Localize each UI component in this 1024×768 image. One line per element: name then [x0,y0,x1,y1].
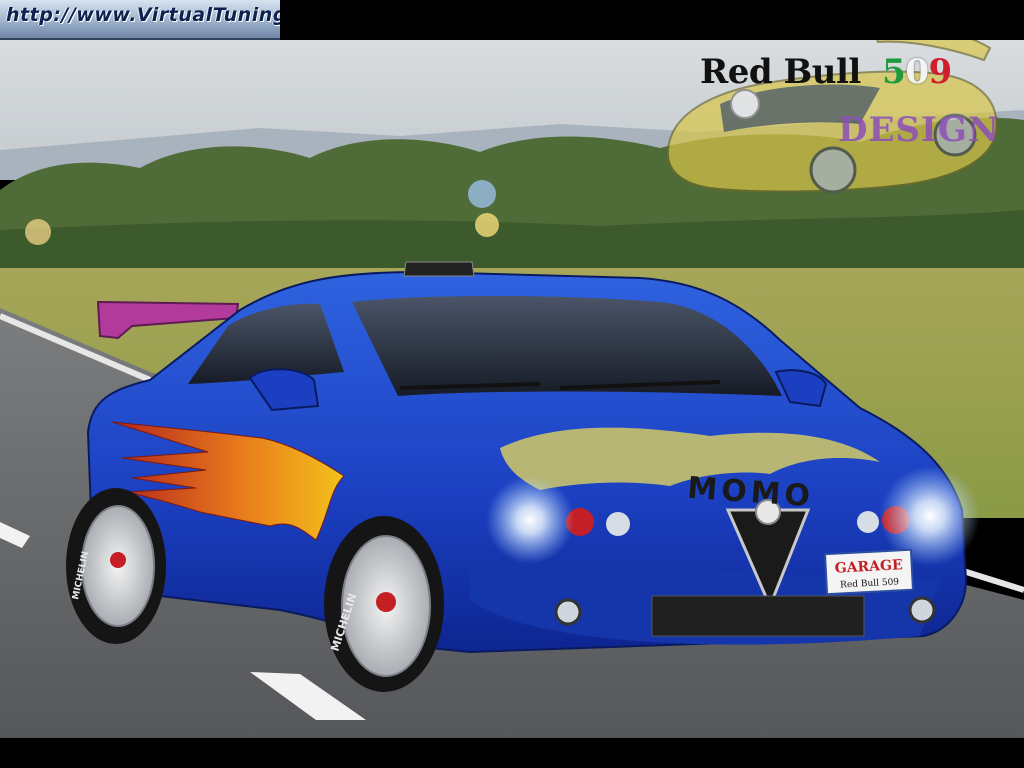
logo-title-text: Red Bull [700,52,861,92]
watermark-banner: http://www.VirtualTuning.IT [0,0,280,40]
headlight-left [606,512,630,536]
license-plate: GARAGE Red Bull 509 [823,548,915,596]
bokeh-orb [468,180,496,208]
brand-logo-title: Red Bull 509 [700,52,952,92]
bottom-black-bar [0,738,1024,768]
roof-vent [403,261,475,277]
fog-light-left [554,598,582,626]
fog-light-right [908,596,936,624]
bokeh-orb [475,213,499,237]
bokeh-orb [25,219,51,245]
front-brake-caliper [376,592,396,612]
logo-number: 509 [882,52,952,92]
lower-grille [651,595,865,637]
headlight-right [857,511,879,533]
watermark-url: http://www.VirtualTuning.IT [6,4,280,26]
rear-brake-caliper [110,552,126,568]
headlight-glow [486,476,574,564]
brand-logo-subtitle: DESIGN [838,110,1000,150]
